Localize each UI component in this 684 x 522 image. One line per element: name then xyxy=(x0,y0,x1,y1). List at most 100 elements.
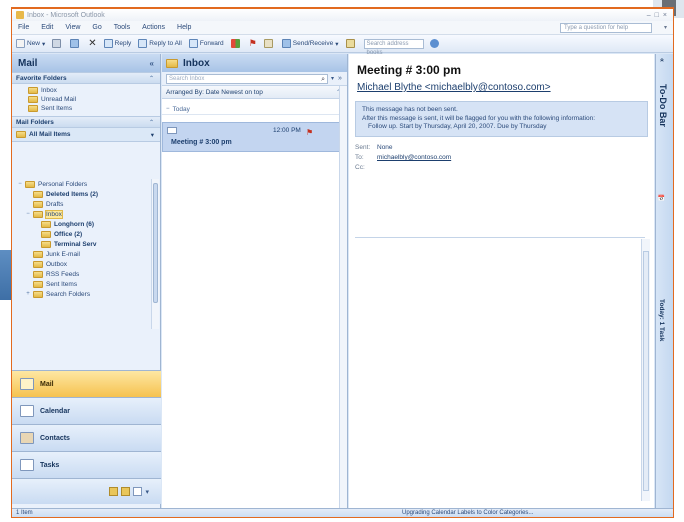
send-receive-label: Send/Receive xyxy=(292,40,334,47)
scrollbar-thumb[interactable] xyxy=(153,183,158,303)
expand-toggle-icon[interactable]: + xyxy=(24,291,32,297)
menu-go[interactable]: Go xyxy=(92,24,101,31)
folder-tree: − Personal Folders Deleted Items (2) Drafts… xyxy=(12,179,151,374)
group-header-today[interactable]: − Today xyxy=(162,104,347,115)
folder-tree-item[interactable]: RSS Feeds xyxy=(12,269,151,279)
nav-button-calendar[interactable]: Calendar xyxy=(12,397,161,424)
chevron-up-icon: ⌃ xyxy=(148,119,154,126)
nav-pane-header: Mail « xyxy=(12,54,160,72)
expand-toggle-icon[interactable]: − xyxy=(16,181,24,187)
nav-button-mail[interactable]: Mail xyxy=(12,370,161,397)
folder-tree-item[interactable]: − Personal Folders xyxy=(12,179,151,189)
expand-toggle-icon[interactable]: − xyxy=(24,211,32,217)
info-bar[interactable]: This message has not been sent. After th… xyxy=(355,101,648,137)
close-icon[interactable]: × xyxy=(663,12,667,19)
new-button[interactable]: New ▾ xyxy=(16,39,45,48)
folder-tree-item[interactable]: Drafts xyxy=(12,199,151,209)
notes-icon[interactable] xyxy=(109,487,119,496)
message-body[interactable] xyxy=(355,237,645,502)
junk-button[interactable] xyxy=(263,39,275,48)
forward-button[interactable]: Forward xyxy=(188,39,224,48)
message-row[interactable]: 12:00 PM ⚑ Meeting # 3:00 pm xyxy=(162,122,347,152)
menu-file[interactable]: File xyxy=(18,24,29,31)
nav-button-tasks[interactable]: Tasks xyxy=(12,451,161,478)
collapse-pane-icon[interactable]: « xyxy=(150,59,154,68)
folder-tree-item[interactable]: Longhorn (6) xyxy=(12,219,151,229)
folder-tree-item[interactable]: + Search Folders xyxy=(12,289,151,299)
reading-subject: Meeting # 3:00 pm xyxy=(357,63,462,77)
menu-tools[interactable]: Tools xyxy=(114,24,130,31)
delete-button[interactable]: ✕ xyxy=(88,38,96,49)
reply-button[interactable]: Reply xyxy=(103,39,131,48)
shortcuts-icon[interactable] xyxy=(133,487,143,496)
envelope-icon xyxy=(167,127,177,134)
folder-tree-item[interactable]: Junk E-mail xyxy=(12,249,151,259)
reading-pane-scrollbar[interactable] xyxy=(641,239,650,501)
message-list-pane: Inbox Search Inbox ⌕ ▾ » Arranged By: Da… xyxy=(162,54,348,508)
menu-view[interactable]: View xyxy=(65,24,80,31)
group-label: Today xyxy=(172,105,190,113)
menu-edit[interactable]: Edit xyxy=(41,24,53,31)
arranged-by-header[interactable]: Arranged By: Date Newest on top ⌃ xyxy=(162,86,347,99)
scrollbar-thumb[interactable] xyxy=(643,251,649,491)
reading-sender-link[interactable]: Michael Blythe <michaelbly@contoso.com> xyxy=(349,77,654,93)
junk-icon xyxy=(263,39,273,48)
categorize-button[interactable] xyxy=(230,39,242,48)
status-bar: 1 Item Upgrading Calendar Labels to Colo… xyxy=(12,508,673,517)
todo-bar[interactable]: « To-Do Bar 📅 Today: 1 Task xyxy=(655,54,673,508)
message-time: 12:00 PM xyxy=(273,127,301,134)
folder-tree-item[interactable]: Office (2) xyxy=(12,229,151,239)
status-item-count: 1 Item xyxy=(16,510,33,516)
reply-icon xyxy=(103,39,113,48)
favorite-item-inbox[interactable]: Inbox xyxy=(12,86,160,95)
address-book-button[interactable] xyxy=(345,39,357,48)
expand-todo-icon[interactable]: « xyxy=(658,58,665,62)
message-subject: Meeting # 3:00 pm xyxy=(171,139,232,146)
menu-actions[interactable]: Actions xyxy=(142,24,165,31)
folder-tree-item[interactable]: Terminal Serv xyxy=(12,239,151,249)
nav-button-label: Contacts xyxy=(40,434,70,442)
inbox-folder-icon xyxy=(28,87,38,94)
folder-tree-item[interactable]: Outbox xyxy=(12,259,151,269)
maximize-icon[interactable]: □ xyxy=(655,12,659,19)
nav-button-contacts[interactable]: Contacts xyxy=(12,424,161,451)
chevron-down-icon: ▾ xyxy=(335,40,339,48)
message-list-scrollbar[interactable] xyxy=(339,86,347,508)
folder-list-icon[interactable] xyxy=(121,487,131,496)
move-button[interactable] xyxy=(70,39,81,48)
nav-buttons: Mail Calendar Contacts Tasks ▾ xyxy=(12,370,161,504)
search-address-books-input[interactable]: Search address books xyxy=(363,38,424,56)
follow-up-button[interactable]: ⚑ xyxy=(249,38,257,49)
folder-tree-item[interactable]: Deleted Items (2) xyxy=(12,189,151,199)
favorite-item-sent-items[interactable]: Sent Items xyxy=(12,104,160,113)
reply-all-icon xyxy=(138,39,148,48)
folder-tree-scrollbar[interactable] xyxy=(151,179,159,329)
configure-buttons-icon[interactable]: ▾ xyxy=(145,488,149,496)
favorite-item-unread-mail[interactable]: Unread Mail xyxy=(12,95,160,104)
mail-folders-header[interactable]: Mail Folders ⌃ xyxy=(12,116,160,128)
ask-dropdown-icon[interactable]: ▾ xyxy=(664,24,667,31)
expand-query-icon[interactable]: » xyxy=(338,75,342,82)
search-icon[interactable]: ⌕ xyxy=(321,75,325,83)
flag-icon: ⚑ xyxy=(248,38,257,48)
ask-question-input[interactable]: Type a question for help xyxy=(559,22,652,33)
search-options-icon[interactable]: ▾ xyxy=(331,75,334,82)
minimize-icon[interactable]: – xyxy=(647,12,651,19)
search-inbox-placeholder: Search Inbox xyxy=(169,75,205,82)
send-receive-icon xyxy=(281,39,291,48)
folder-tree-item[interactable]: Sent Items xyxy=(12,279,151,289)
search-inbox-input[interactable]: Search Inbox ⌕ xyxy=(166,73,328,84)
print-button[interactable] xyxy=(52,39,63,48)
chevron-down-icon: ▾ xyxy=(150,131,154,139)
favorite-folders-header[interactable]: Favorite Folders ⌃ xyxy=(12,72,160,84)
contacts-icon xyxy=(20,432,34,444)
all-mail-items-selector[interactable]: All Mail Items ▾ xyxy=(12,128,160,142)
menu-help[interactable]: Help xyxy=(177,24,191,31)
to-recipient-link[interactable]: michaelbly@contoso.com xyxy=(377,154,451,161)
forward-icon xyxy=(188,39,198,48)
reply-all-button[interactable]: Reply to All xyxy=(138,39,182,48)
flag-icon[interactable]: ⚑ xyxy=(306,128,313,137)
folder-tree-item[interactable]: − Inbox xyxy=(12,209,151,219)
help-button[interactable] xyxy=(429,39,441,48)
send-receive-button[interactable]: Send/Receive ▾ xyxy=(281,39,339,48)
